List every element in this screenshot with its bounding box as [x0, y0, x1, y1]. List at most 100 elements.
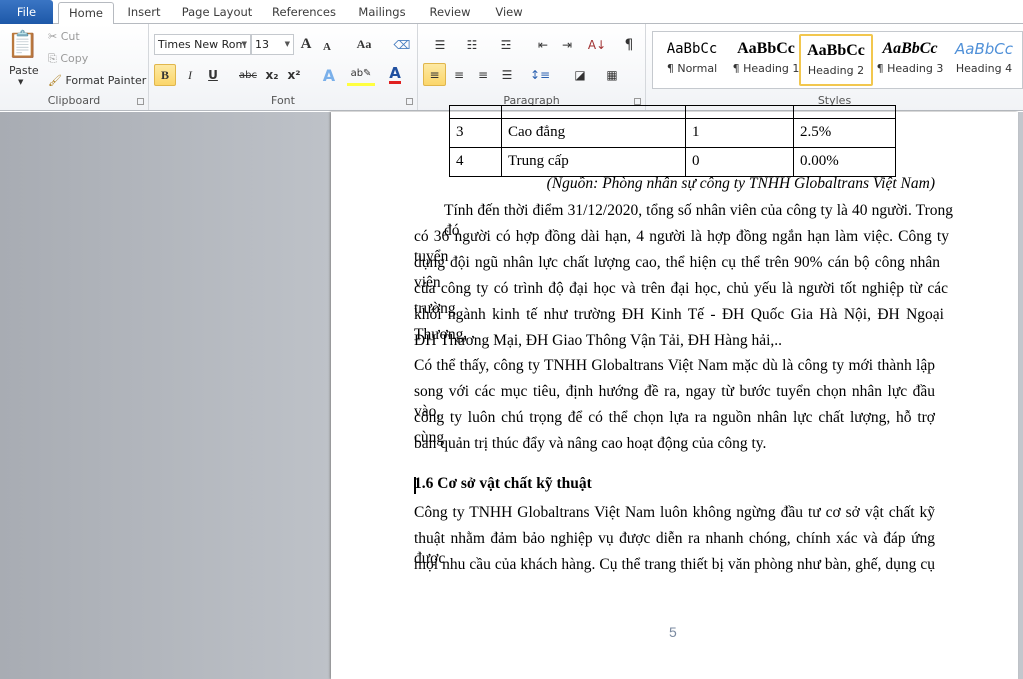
- tab-mailings[interactable]: Mailings: [352, 2, 412, 24]
- align-center-button[interactable]: ≡: [448, 63, 470, 86]
- scissors-icon: ✂: [48, 30, 58, 43]
- multilevel-list-icon[interactable]: ☲: [492, 34, 520, 56]
- sort-icon[interactable]: A↓: [586, 34, 608, 56]
- style-name: ¶ Heading 3: [876, 62, 944, 75]
- borders-icon[interactable]: ▦: [598, 63, 626, 86]
- table-cell: Cao đẳng: [501, 118, 686, 148]
- bold-button[interactable]: B: [154, 64, 176, 86]
- font-name-value: Times New Rom: [158, 38, 247, 51]
- paragraph-line: Công ty TNHH Globaltrans Việt Nam luôn k…: [414, 504, 935, 521]
- ribbon-tabs: File Home Insert Page Layout References …: [0, 0, 1023, 25]
- tab-insert[interactable]: Insert: [120, 2, 168, 24]
- shading-icon[interactable]: ◪: [566, 63, 594, 86]
- tab-references[interactable]: References: [268, 2, 340, 24]
- clipboard-group: 📋 Paste ▼ ✂ Cut ⎘ Copy 🖌 Format Painter …: [0, 24, 149, 110]
- line-spacing-icon[interactable]: ↕≡: [526, 63, 554, 86]
- tab-review[interactable]: Review: [424, 2, 476, 24]
- format-painter-label: Format Painter: [65, 74, 147, 87]
- style-name: ¶ Normal: [666, 62, 718, 75]
- table-source-caption: (Nguồn: Phòng nhân sự công ty TNHH Globa…: [546, 175, 935, 192]
- style-heading-4[interactable]: AaBbCc Heading 4: [947, 34, 1021, 86]
- paragraph-line: Có thể thấy, công ty TNHH Globaltrans Vi…: [414, 357, 935, 374]
- table-row: 4 Trung cấp 0 0.00%: [449, 147, 896, 177]
- style-heading-1[interactable]: AaBbCc ¶ Heading 1: [729, 34, 803, 86]
- page-number: 5: [669, 624, 677, 640]
- font-color-icon: A: [389, 64, 401, 84]
- style-preview: AaBbCc: [666, 41, 718, 57]
- paste-button[interactable]: Paste: [9, 64, 39, 77]
- style-name: Heading 4: [955, 62, 1013, 75]
- style-preview: AaBbCc: [737, 40, 795, 57]
- subscript-button[interactable]: x₂: [263, 64, 281, 86]
- paragraph-line: mọi nhu cầu của khách hàng. Cụ thể trang…: [414, 556, 935, 573]
- table-row: 3 Cao đẳng 1 2.5%: [449, 118, 896, 148]
- font-size-combo[interactable]: 13 ▼: [251, 34, 294, 55]
- justify-button[interactable]: ☰: [496, 63, 518, 86]
- style-preview: AaBbCc: [882, 40, 938, 57]
- numbering-icon[interactable]: ☷: [458, 34, 486, 56]
- superscript-button[interactable]: x²: [285, 64, 303, 86]
- table-cell: 2.5%: [793, 118, 896, 148]
- tab-home[interactable]: Home: [58, 2, 114, 25]
- table-cell: 4: [449, 147, 502, 177]
- font-size-value: 13: [255, 38, 269, 51]
- text-effects-icon[interactable]: A: [317, 64, 341, 86]
- clipboard-label: Clipboard: [47, 94, 101, 107]
- style-preview: AaBbCc: [807, 42, 865, 59]
- table-cell: 0.00%: [793, 147, 896, 177]
- align-right-button[interactable]: ≡: [472, 63, 494, 86]
- strikethrough-button[interactable]: abc: [237, 64, 259, 86]
- font-dialog-launcher[interactable]: [406, 98, 413, 105]
- font-group: Times New Rom ▼ 13 ▼ A A Aa ⌫ B I U abc x₂…: [149, 24, 418, 110]
- increase-indent-icon[interactable]: ⇥: [556, 34, 578, 56]
- tab-file[interactable]: File: [0, 0, 53, 24]
- style-preview: AaBbCc: [955, 40, 1013, 58]
- paragraph-line: ban quản trị thúc đẩy và nâng cao hoạt đ…: [414, 435, 767, 452]
- copy-icon: ⎘: [48, 52, 57, 65]
- align-left-button[interactable]: ≡: [423, 63, 446, 86]
- table-cell: 0: [685, 147, 794, 177]
- decrease-indent-icon[interactable]: ⇤: [532, 34, 554, 56]
- paragraph-group: ☰ ☷ ☲ ⇤ ⇥ A↓ ¶ ≡ ≡ ≡ ☰ ↕≡ ◪ ▦ Paragraph: [418, 24, 646, 110]
- clipboard-dialog-launcher[interactable]: [137, 98, 144, 105]
- font-name-combo[interactable]: Times New Rom ▼: [154, 34, 251, 55]
- table-row: [449, 105, 896, 119]
- copy-label: Copy: [60, 52, 89, 65]
- style-heading-2[interactable]: AaBbCc Heading 2: [799, 34, 873, 86]
- cut-label: Cut: [60, 30, 80, 43]
- highlight-icon[interactable]: ab✎: [347, 64, 375, 86]
- paragraph-line: ĐH Thương Mại, ĐH Giao Thông Vận Tải, ĐH…: [414, 332, 783, 349]
- text-cursor: [414, 477, 416, 494]
- ribbon: 📋 Paste ▼ ✂ Cut ⎘ Copy 🖌 Format Painter …: [0, 24, 1023, 111]
- chevron-down-icon: ▼: [284, 40, 290, 48]
- style-normal[interactable]: AaBbCc ¶ Normal: [655, 34, 729, 86]
- paste-dropdown-icon[interactable]: ▼: [18, 78, 23, 86]
- bullets-icon[interactable]: ☰: [426, 34, 454, 56]
- paste-icon[interactable]: 📋: [7, 28, 39, 62]
- style-heading-3[interactable]: AaBbCc ¶ Heading 3: [873, 34, 947, 86]
- tab-page-layout[interactable]: Page Layout: [178, 2, 256, 24]
- tab-view[interactable]: View: [488, 2, 530, 24]
- paragraph-dialog-launcher[interactable]: [634, 98, 641, 105]
- change-case-icon[interactable]: Aa: [352, 34, 376, 55]
- styles-gallery: AaBbCc ¶ Normal AaBbCc ¶ Heading 1 AaBbCc H…: [652, 31, 1023, 89]
- section-heading: 1.6 Cơ sở vật chất kỹ thuật: [414, 475, 592, 492]
- style-name: Heading 2: [807, 64, 865, 77]
- clear-formatting-icon[interactable]: ⌫: [392, 34, 412, 55]
- italic-button[interactable]: I: [181, 64, 199, 86]
- paintbrush-icon: 🖌: [48, 74, 62, 87]
- format-painter-button[interactable]: 🖌 Format Painter: [48, 74, 146, 87]
- copy-button[interactable]: ⎘ Copy: [48, 52, 88, 66]
- font-label: Font: [271, 94, 295, 107]
- font-color-button[interactable]: A: [385, 64, 405, 86]
- table-cell: 3: [449, 118, 502, 148]
- style-name: ¶ Heading 1: [732, 62, 800, 75]
- grow-font-icon[interactable]: A: [297, 34, 315, 55]
- shrink-font-icon[interactable]: A: [319, 36, 335, 57]
- chevron-down-icon: ▼: [241, 40, 247, 48]
- cut-button[interactable]: ✂ Cut: [48, 30, 80, 43]
- show-formatting-icon[interactable]: ¶: [620, 34, 638, 56]
- qualification-table: 3 Cao đẳng 1 2.5% 4 Trung cấp 0 0.00%: [449, 105, 896, 177]
- underline-button[interactable]: U: [204, 64, 222, 86]
- table-cell: Trung cấp: [501, 147, 686, 177]
